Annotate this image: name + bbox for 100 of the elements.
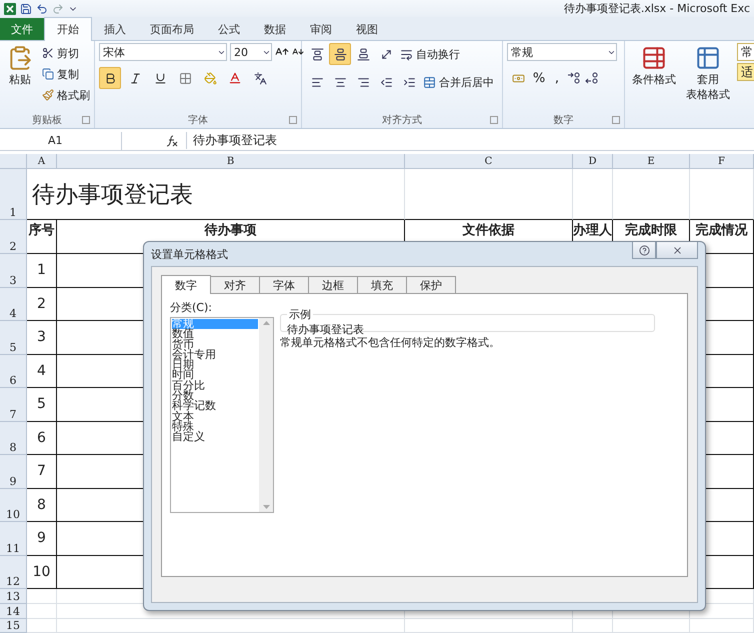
middle-align-button[interactable] [329, 43, 351, 66]
diagonal-arrow-icon [380, 48, 392, 61]
dialog-tab[interactable]: 对齐 [210, 276, 260, 293]
row-header[interactable]: 4 [0, 288, 27, 321]
row-header[interactable]: 14 [0, 604, 27, 619]
row-header[interactable]: 7 [0, 388, 27, 422]
ribbon-tab[interactable]: 审阅 [298, 18, 344, 40]
table-icon [695, 45, 721, 72]
serial-number: 1 [37, 262, 46, 278]
column-header[interactable]: A [27, 154, 57, 169]
category-item[interactable]: 日期 [172, 360, 258, 370]
sheet-title: 待办事项登记表 [27, 169, 405, 220]
row-header[interactable]: 12 [0, 556, 27, 589]
top-align-icon [310, 48, 324, 61]
category-label: 分类(C): [170, 300, 213, 315]
table-cell [690, 169, 754, 220]
row-header[interactable]: 6 [0, 354, 27, 388]
excel-logo-icon [4, 2, 16, 15]
category-item[interactable]: 数值 [172, 329, 258, 340]
column-header[interactable]: D [573, 154, 613, 169]
help-button[interactable] [632, 242, 656, 259]
row-header[interactable]: 8 [0, 422, 27, 455]
row-header[interactable]: 9 [0, 455, 27, 488]
serial-number: 4 [37, 362, 46, 379]
ribbon-tab[interactable]: 插入 [92, 18, 138, 40]
ribbon-tab[interactable]: 视图 [344, 18, 390, 40]
table-cell [573, 619, 613, 633]
column-title: 序号 [28, 223, 54, 238]
dialog-tab[interactable]: 数字 [161, 275, 211, 294]
table-format-button[interactable]: 套用 表格格式 [683, 43, 733, 112]
brush-icon [42, 89, 54, 102]
conditional-format-button[interactable]: 条件格式 [629, 43, 679, 112]
format-painter-button[interactable]: 格式刷 [40, 85, 92, 106]
window-title: 待办事项登记表.xlsx - Microsoft Exc [564, 1, 750, 16]
scissors-icon [42, 47, 54, 60]
wrap-text-icon [400, 48, 413, 61]
languages-icon [254, 72, 266, 85]
sample-label: 示例 [288, 307, 312, 322]
category-item[interactable]: 特殊 [172, 422, 258, 432]
ribbon-tab[interactable]: 公式 [206, 18, 252, 40]
comma-button[interactable]: , [549, 70, 565, 86]
paste-button[interactable]: 粘贴 [4, 43, 36, 112]
category-item[interactable]: 自定义 [172, 432, 258, 443]
row-header[interactable]: 1 [0, 169, 27, 220]
serial-number: 6 [37, 430, 46, 446]
help-icon [638, 244, 650, 256]
bold-button[interactable] [99, 67, 121, 90]
number-format-field[interactable]: 常规 [507, 43, 617, 62]
serial-number: 8 [37, 496, 46, 513]
serial-number: 9 [37, 530, 46, 546]
style-normal[interactable]: 常 [737, 43, 754, 62]
category-item[interactable]: 货币 [172, 340, 258, 350]
middle-align-icon [334, 48, 346, 61]
font-size-field[interactable]: 20 [230, 43, 272, 62]
wrap-text-button[interactable]: 自动换行 [398, 44, 462, 64]
column-header[interactable]: C [405, 154, 573, 169]
table-icon [641, 45, 667, 72]
row-header[interactable]: 2 [0, 220, 27, 254]
serial-number: 5 [37, 396, 46, 412]
serial-number: 10 [32, 564, 50, 580]
copy-button[interactable]: 复制 [40, 64, 92, 84]
percent-button[interactable]: % [531, 70, 547, 86]
column-header[interactable]: F [690, 154, 754, 169]
category-item[interactable]: 文本 [172, 412, 258, 422]
category-item[interactable]: 会计专用 [172, 350, 258, 360]
dialog-tab[interactable]: 填充 [357, 276, 407, 293]
group-label: 数字 [554, 114, 574, 128]
dialog-tab[interactable]: 保护 [406, 276, 456, 293]
font-name-field[interactable]: 宋体 [99, 43, 227, 62]
row-header[interactable]: 11 [0, 522, 27, 556]
row-header[interactable]: 15 [0, 619, 27, 633]
merge-icon [423, 76, 436, 89]
ribbon-tab[interactable]: 页面布局 [138, 18, 206, 40]
font-color-icon [228, 71, 242, 86]
paint-bucket-icon [204, 72, 216, 85]
row-header[interactable]: 10 [0, 488, 27, 522]
formula-text[interactable]: 待办事项登记表 [186, 132, 277, 150]
column-header[interactable]: E [613, 154, 690, 169]
redo-icon [52, 2, 64, 15]
dialog-tab[interactable]: 边框 [308, 276, 358, 293]
ribbon-tab[interactable]: 数据 [252, 18, 298, 40]
ribbon-tab[interactable]: 文件 [0, 18, 44, 40]
name-box[interactable]: A1 [0, 132, 122, 150]
category-item[interactable]: 百分比 [172, 380, 258, 392]
close-icon [672, 244, 682, 256]
cut-button[interactable]: 剪切 [40, 43, 92, 64]
category-item[interactable]: 时间 [172, 370, 258, 381]
grid-icon [178, 72, 192, 85]
category-item[interactable]: 分数 [172, 391, 258, 402]
row-header[interactable]: 5 [0, 321, 27, 354]
column-header[interactable]: B [57, 154, 405, 169]
merge-center-button[interactable]: 合并后居中 [421, 72, 496, 92]
table-cell [27, 619, 57, 633]
row-header[interactable]: 3 [0, 254, 27, 288]
ribbon-tab[interactable]: 开始 [44, 17, 92, 42]
row-header[interactable]: 13 [0, 589, 27, 604]
serial-number: 7 [37, 463, 46, 480]
style-neutral[interactable]: 适 [737, 63, 754, 82]
category-item[interactable]: 科学记数 [172, 401, 258, 412]
dialog-tab[interactable]: 字体 [259, 276, 309, 293]
